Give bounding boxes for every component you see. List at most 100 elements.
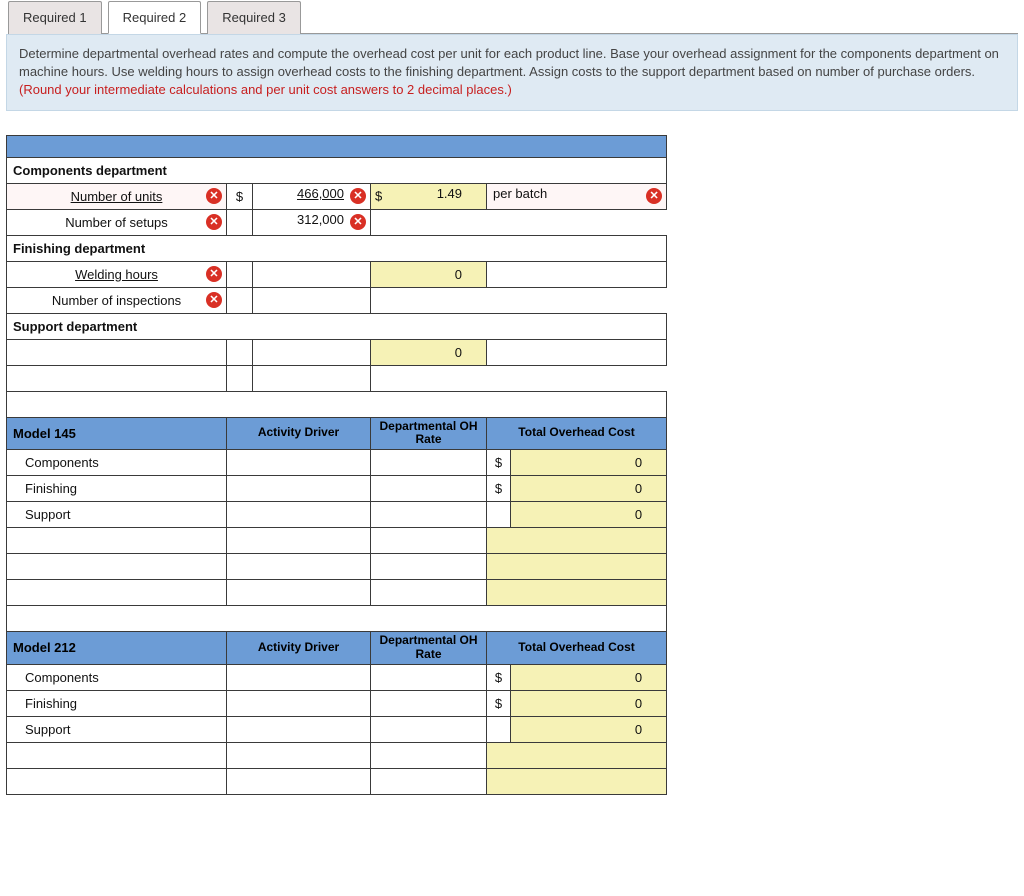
m145-extra-label-2[interactable] — [7, 554, 227, 580]
currency-cell: $ — [227, 183, 253, 209]
support-value2-cell[interactable] — [253, 365, 371, 391]
col-total-overhead-cost: Total Overhead Cost — [487, 417, 667, 450]
m212-support-label: Support — [7, 716, 227, 742]
m212-finishing-driver[interactable] — [227, 690, 371, 716]
m212-extra-label-2[interactable] — [7, 768, 227, 794]
col-total-overhead-cost-2: Total Overhead Cost — [487, 632, 667, 665]
m212-finishing-rate[interactable] — [371, 690, 487, 716]
inspections-value-cell[interactable] — [253, 287, 371, 313]
m212-extra-driver-2[interactable] — [227, 768, 371, 794]
m145-extra-label-1[interactable] — [7, 528, 227, 554]
m212-extra-rate-2[interactable] — [371, 768, 487, 794]
m212-support-rate[interactable] — [371, 716, 487, 742]
m212-extra-label-1[interactable] — [7, 742, 227, 768]
label-number-of-setups[interactable]: Number of setups ✕ — [7, 209, 227, 235]
m145-finishing-driver[interactable] — [227, 476, 371, 502]
section-finishing: Finishing department — [7, 235, 667, 261]
label-welding-hours-text: Welding hours — [75, 267, 158, 282]
instructions-red-text: (Round your intermediate calculations an… — [19, 82, 512, 97]
m212-components-rate[interactable] — [371, 664, 487, 690]
error-icon: ✕ — [350, 188, 366, 204]
m145-support-driver[interactable] — [227, 502, 371, 528]
m145-extra-driver-2[interactable] — [227, 554, 371, 580]
tab-required-3[interactable]: Required 3 — [207, 1, 301, 34]
m145-extra-rate-1[interactable] — [371, 528, 487, 554]
m145-components-rate[interactable] — [371, 450, 487, 476]
label-number-of-inspections[interactable]: Number of inspections ✕ — [7, 287, 227, 313]
label-number-of-units-text: Number of units — [71, 189, 163, 204]
components-rate-value: 1.49 — [371, 184, 486, 203]
m212-components-driver[interactable] — [227, 664, 371, 690]
section-support: Support department — [7, 313, 667, 339]
m145-extra-label-3[interactable] — [7, 580, 227, 606]
m212-extra-rate-1[interactable] — [371, 742, 487, 768]
m212-support-driver[interactable] — [227, 716, 371, 742]
m212-components-cost[interactable]: 0 — [511, 668, 666, 687]
m145-extra-cost-2[interactable] — [487, 554, 667, 580]
m212-extra-driver-1[interactable] — [227, 742, 371, 768]
support-unit-cell[interactable] — [487, 339, 667, 365]
error-icon: ✕ — [646, 188, 662, 204]
error-icon: ✕ — [206, 266, 222, 282]
error-icon: ✕ — [350, 214, 366, 230]
spacer-cell — [227, 261, 253, 287]
m145-components-driver[interactable] — [227, 450, 371, 476]
tab-bar: Required 1 Required 2 Required 3 — [8, 0, 1018, 34]
m145-extra-cost-1[interactable] — [487, 528, 667, 554]
support-value-cell[interactable] — [253, 339, 371, 365]
m212-extra-cost-1[interactable] — [487, 742, 667, 768]
m145-components-label: Components — [7, 450, 227, 476]
m145-support-cost[interactable]: 0 — [511, 505, 666, 524]
finishing-rate-cell[interactable]: 0 — [371, 261, 487, 287]
m145-extra-driver-3[interactable] — [227, 580, 371, 606]
model-145-header: Model 145 — [7, 417, 227, 450]
dollar-sign: $ — [375, 189, 382, 204]
setups-value-cell[interactable]: 312,000 ✕ — [253, 209, 371, 235]
tab-required-2[interactable]: Required 2 — [108, 1, 202, 34]
dollar-sign: $ — [487, 450, 511, 476]
dollar-sign: $ — [487, 664, 511, 690]
finishing-unit-cell[interactable] — [487, 261, 667, 287]
support-driver-cell[interactable] — [7, 339, 227, 365]
components-unit-cell[interactable]: per batch ✕ — [487, 183, 667, 209]
m145-extra-cost-3[interactable] — [487, 580, 667, 606]
spacer-cell — [487, 502, 511, 528]
col-departmental-oh-rate: Departmental OH Rate — [371, 417, 487, 450]
components-value-cell[interactable]: 466,000 ✕ — [253, 183, 371, 209]
col-activity-driver-2: Activity Driver — [227, 632, 371, 665]
model-212-header: Model 212 — [7, 632, 227, 665]
m145-extra-rate-2[interactable] — [371, 554, 487, 580]
col-activity-driver: Activity Driver — [227, 417, 371, 450]
spacer-cell — [227, 209, 253, 235]
m212-extra-cost-2[interactable] — [487, 768, 667, 794]
m212-finishing-cost[interactable]: 0 — [511, 694, 666, 713]
error-icon: ✕ — [206, 292, 222, 308]
m145-support-label: Support — [7, 502, 227, 528]
instructions-panel: Determine departmental overhead rates an… — [6, 34, 1018, 111]
blue-header-bar — [7, 135, 667, 157]
support-rate-value: 0 — [371, 343, 486, 362]
section-components: Components department — [7, 157, 667, 183]
m145-extra-driver-1[interactable] — [227, 528, 371, 554]
label-welding-hours[interactable]: Welding hours ✕ — [7, 261, 227, 287]
support-rate-cell[interactable]: 0 — [371, 339, 487, 365]
label-number-of-setups-text: Number of setups — [65, 215, 168, 230]
spacer-cell — [227, 287, 253, 313]
spacer-row — [7, 606, 667, 632]
m212-finishing-label: Finishing — [7, 690, 227, 716]
spacer-cell — [487, 716, 511, 742]
m212-support-cost[interactable]: 0 — [511, 720, 666, 739]
spacer-cell — [227, 365, 253, 391]
finishing-value-cell[interactable] — [253, 261, 371, 287]
m145-components-cost[interactable]: 0 — [511, 453, 666, 472]
components-rate-cell[interactable]: $ 1.49 — [371, 183, 487, 209]
m145-finishing-cost[interactable]: 0 — [511, 479, 666, 498]
support-driver2-cell[interactable] — [7, 365, 227, 391]
m145-extra-rate-3[interactable] — [371, 580, 487, 606]
m145-support-rate[interactable] — [371, 502, 487, 528]
components-unit-label: per batch — [487, 184, 666, 203]
label-number-of-units[interactable]: Number of units ✕ — [7, 183, 227, 209]
spacer-row — [7, 391, 667, 417]
m145-finishing-rate[interactable] — [371, 476, 487, 502]
tab-required-1[interactable]: Required 1 — [8, 1, 102, 34]
